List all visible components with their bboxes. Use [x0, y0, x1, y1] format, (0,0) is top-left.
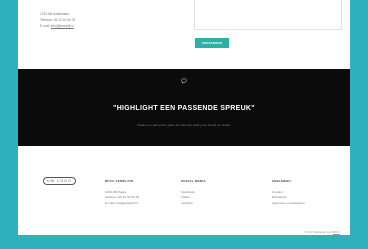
footer-logo[interactable]: UW LOGO [43, 177, 76, 185]
footer-phone: Telefoon: 06 12 34 56 78 [105, 195, 140, 200]
email-label: E-mail: [40, 24, 50, 28]
quote-subtitle: Plaats een passende quote die laat zien … [137, 123, 231, 127]
footer-column-heading: BPCC TEMPLATE [105, 179, 134, 183]
credit-link[interactable]: BPCC [333, 231, 340, 234]
resize-handle-icon[interactable]: ⌟ [339, 25, 340, 28]
footer-column-social: SOCIAL MEDIA Facebook Twitter LinkedIn [181, 179, 206, 206]
message-textarea[interactable]: ⌟ [194, 0, 342, 30]
contact-address: 1234 AB Amsterdam Telefoon: 06 12 34 56 … [40, 11, 75, 29]
footer-column-contact: BPCC TEMPLATE 1234 AB Plaats Telefoon: 0… [105, 179, 139, 206]
footer-column-heading: SOCIAL MEDIA [181, 179, 206, 183]
email-line: E-mail: info@jebedrijf.nl [40, 23, 75, 29]
footer-credit: © 2017 Webdesign door BPCC [304, 231, 340, 234]
speech-bubble-icon [181, 78, 187, 84]
footer-email[interactable]: E-mail: info@jebedrijf.nl [105, 201, 139, 206]
credit-text: © 2017 Webdesign door [304, 231, 333, 234]
submit-button[interactable]: VERZENDEN [195, 38, 229, 48]
page: 1234 AB Amsterdam Telefoon: 06 12 34 56 … [18, 0, 350, 235]
email-link[interactable]: info@jebedrijf.nl [51, 24, 74, 28]
linkedin-link[interactable]: LinkedIn [181, 201, 206, 206]
quote-section: "HIGHLIGHT EEN PASSENDE SPREUK" Plaats e… [18, 69, 350, 146]
footer-column-menu: SNELMENU Contact Disclaimer Algemene voo… [272, 179, 305, 206]
terms-link[interactable]: Algemene voorwaarden [272, 201, 305, 206]
contact-section: 1234 AB Amsterdam Telefoon: 06 12 34 56 … [18, 0, 350, 68]
quote-title: "HIGHLIGHT EEN PASSENDE SPREUK" [113, 105, 255, 112]
footer: UW LOGO BPCC TEMPLATE 1234 AB Plaats Tel… [18, 146, 350, 235]
footer-column-heading: SNELMENU [272, 179, 291, 183]
